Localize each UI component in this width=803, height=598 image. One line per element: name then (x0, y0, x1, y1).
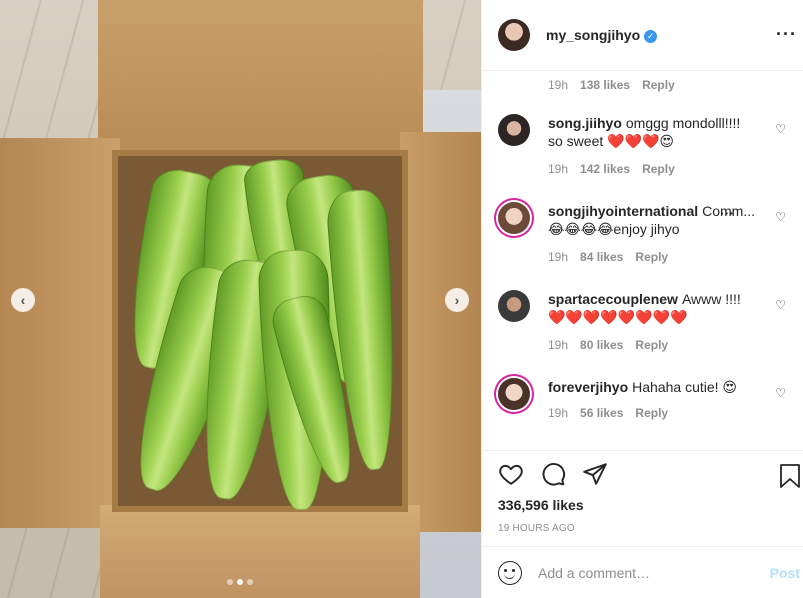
carousel-indicator (227, 579, 253, 585)
author-avatar[interactable] (498, 19, 530, 51)
next-image-button[interactable]: › (445, 288, 469, 312)
like-comment-heart-icon[interactable]: ♡ (775, 210, 786, 224)
comment-time: 19h (548, 338, 569, 352)
author-username[interactable]: my_songjihyo ✓ (546, 27, 658, 43)
box-flap-top (98, 0, 423, 150)
comment-item: spartacecouplenew Awww !!!! ❤️❤️❤️❤️❤️❤️❤… (498, 290, 796, 352)
comment-likes[interactable]: 138 likes (580, 78, 630, 92)
like-comment-heart-icon[interactable]: ♡ (775, 386, 786, 400)
comment-likes[interactable]: 80 likes (580, 338, 623, 352)
add-comment-bar: Post (482, 546, 803, 598)
commenter-username[interactable]: songjihyointernational (548, 203, 698, 219)
reply-button[interactable]: Reply (635, 338, 668, 352)
carousel-dot (227, 579, 233, 585)
comment-item: song.jiihyo omggg mondolll!!!! so sweet ❤… (498, 114, 796, 176)
comment-time: 19h (548, 250, 569, 264)
box-flap-right (400, 132, 481, 532)
comment-likes[interactable]: 56 likes (580, 406, 623, 420)
reply-button[interactable]: Reply (635, 250, 668, 264)
comment-time: 19h (548, 162, 569, 176)
comment-meta: 19h 142 likes Reply (548, 162, 796, 176)
comment-body: foreverjihyo Hahaha cutie! 😍 (548, 378, 758, 396)
post-sidebar: my_songjihyo ✓ ··· 19h 138 likes Reply so… (481, 0, 803, 598)
commenter-avatar[interactable] (498, 114, 530, 146)
post-header: my_songjihyo ✓ ··· (482, 0, 803, 71)
emoji-picker-icon[interactable] (498, 560, 522, 585)
action-icons (498, 461, 608, 487)
box-flap-bottom (100, 505, 420, 598)
comment-meta: 19h 84 likes Reply (548, 250, 796, 264)
comment-meta: 19h 56 likes Reply (548, 406, 796, 420)
bookmark-save-icon[interactable] (778, 463, 802, 489)
previous-image-button[interactable]: ‹ (11, 288, 35, 312)
post-comment-button[interactable]: Post (770, 565, 800, 581)
box-flap-left (0, 138, 120, 528)
comment-text: Hahaha cutie! 😍 (632, 379, 738, 395)
post-timestamp[interactable]: 19 HOURS AGO (498, 523, 575, 534)
verified-badge-icon: ✓ (644, 30, 658, 43)
comment-time: 19h (548, 406, 569, 420)
comment-meta: 19h 80 likes Reply (548, 338, 796, 352)
previous-comment-meta: 19h 138 likes Reply (548, 78, 675, 92)
comment-bubble-icon[interactable] (540, 461, 566, 487)
add-comment-input[interactable] (538, 564, 758, 581)
like-heart-icon[interactable] (498, 461, 524, 487)
share-paper-plane-icon[interactable] (582, 461, 608, 487)
commenter-avatar[interactable] (498, 290, 530, 322)
carousel-dot-active (237, 579, 243, 585)
comment-body: spartacecouplenew Awww !!!! ❤️❤️❤️❤️❤️❤️❤… (548, 290, 758, 326)
comment-likes[interactable]: 142 likes (580, 162, 630, 176)
like-comment-heart-icon[interactable]: ♡ (775, 298, 786, 312)
comment-time: 19h (548, 78, 569, 92)
comment-body: song.jiihyo omggg mondolll!!!! so sweet ❤… (548, 114, 758, 150)
comment-likes[interactable]: 84 likes (580, 250, 623, 264)
more-options-icon[interactable]: ··· (776, 24, 797, 45)
commenter-username[interactable]: song.jiihyo (548, 115, 622, 131)
commenter-username[interactable]: foreverjihyo (548, 379, 628, 395)
comment-more-icon[interactable]: ··· (720, 205, 734, 221)
comment-item: foreverjihyo Hahaha cutie! 😍 19h 56 likes… (498, 378, 796, 420)
like-comment-heart-icon[interactable]: ♡ (775, 122, 786, 136)
comment-item: songjihyointernational Comm... 😂😂😂😂enjoy … (498, 202, 796, 264)
reply-button[interactable]: Reply (642, 78, 675, 92)
commenter-username[interactable]: spartacecouplenew (548, 291, 678, 307)
chevron-left-icon: ‹ (20, 292, 26, 308)
post-image: ‹ › (0, 0, 481, 598)
commenter-avatar[interactable] (498, 202, 530, 234)
post-actions: 336,596 likes 19 HOURS AGO (482, 450, 803, 546)
carousel-dot (247, 579, 253, 585)
reply-button[interactable]: Reply (635, 406, 668, 420)
commenter-avatar[interactable] (498, 378, 530, 410)
post-likes-count[interactable]: 336,596 likes (498, 497, 584, 513)
chevron-right-icon: › (454, 292, 460, 308)
reply-button[interactable]: Reply (642, 162, 675, 176)
author-username-text: my_songjihyo (546, 27, 641, 43)
